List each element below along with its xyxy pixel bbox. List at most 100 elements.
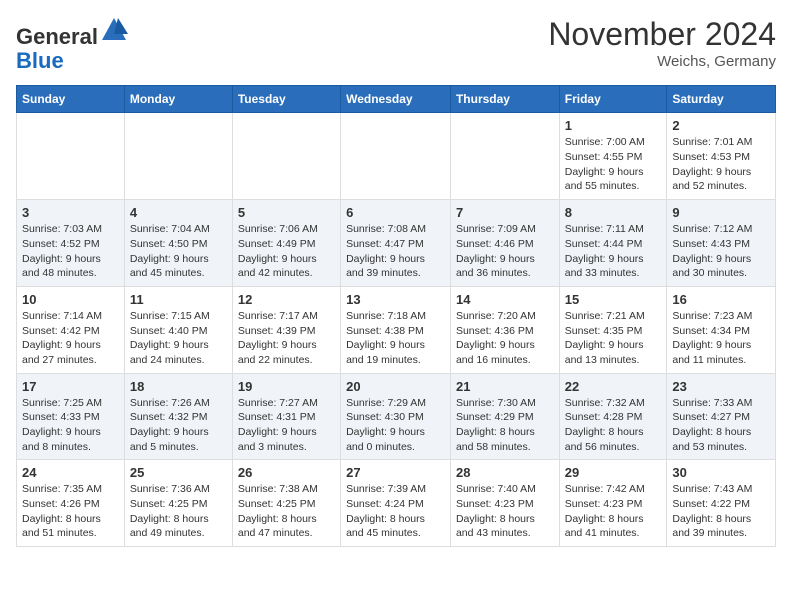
day-number: 8	[565, 205, 662, 220]
day-cell: 24 Sunrise: 7:35 AM Sunset: 4:26 PM Dayli…	[17, 460, 125, 547]
day-info: Sunrise: 7:40 AM Sunset: 4:23 PM Dayligh…	[456, 482, 554, 541]
day-info: Sunrise: 7:12 AM Sunset: 4:43 PM Dayligh…	[672, 222, 770, 281]
header-saturday: Saturday	[667, 86, 776, 113]
logo-general-text: General	[16, 24, 98, 49]
day-number: 1	[565, 118, 662, 133]
day-info: Sunrise: 7:01 AM Sunset: 4:53 PM Dayligh…	[672, 135, 770, 194]
day-cell	[450, 113, 559, 200]
day-cell: 20 Sunrise: 7:29 AM Sunset: 4:30 PM Dayli…	[341, 373, 451, 460]
day-cell: 5 Sunrise: 7:06 AM Sunset: 4:49 PM Daylig…	[232, 200, 340, 287]
day-cell: 16 Sunrise: 7:23 AM Sunset: 4:34 PM Dayli…	[667, 286, 776, 373]
header-thursday: Thursday	[450, 86, 559, 113]
day-cell: 11 Sunrise: 7:15 AM Sunset: 4:40 PM Dayli…	[124, 286, 232, 373]
calendar-header-row: SundayMondayTuesdayWednesdayThursdayFrid…	[17, 86, 776, 113]
day-number: 15	[565, 292, 662, 307]
day-cell: 27 Sunrise: 7:39 AM Sunset: 4:24 PM Dayli…	[341, 460, 451, 547]
title-block: November 2024 Weichs, Germany	[548, 16, 776, 70]
day-cell: 10Sunrise: 7:14 AM Sunset: 4:42 PM Dayli…	[17, 286, 125, 373]
day-cell: 7 Sunrise: 7:09 AM Sunset: 4:46 PM Daylig…	[450, 200, 559, 287]
day-info: Sunrise: 7:23 AM Sunset: 4:34 PM Dayligh…	[672, 309, 770, 368]
day-info: Sunrise: 7:08 AM Sunset: 4:47 PM Dayligh…	[346, 222, 445, 281]
day-info: Sunrise: 7:30 AM Sunset: 4:29 PM Dayligh…	[456, 396, 554, 455]
day-cell: 17 Sunrise: 7:25 AM Sunset: 4:33 PM Dayli…	[17, 373, 125, 460]
day-number: 24	[22, 465, 119, 480]
day-number: 10	[22, 292, 119, 307]
day-cell	[17, 113, 125, 200]
location-subtitle: Weichs, Germany	[548, 53, 776, 70]
day-number: 28	[456, 465, 554, 480]
day-cell: 28 Sunrise: 7:40 AM Sunset: 4:23 PM Dayli…	[450, 460, 559, 547]
header-monday: Monday	[124, 86, 232, 113]
day-number: 17	[22, 379, 119, 394]
day-cell: 9 Sunrise: 7:12 AM Sunset: 4:43 PM Daylig…	[667, 200, 776, 287]
day-info: Sunrise: 7:17 AM Sunset: 4:39 PM Dayligh…	[238, 309, 335, 368]
week-row-4: 17 Sunrise: 7:25 AM Sunset: 4:33 PM Dayli…	[17, 373, 776, 460]
day-number: 18	[130, 379, 227, 394]
day-cell: 30 Sunrise: 7:43 AM Sunset: 4:22 PM Dayli…	[667, 460, 776, 547]
day-info: Sunrise: 7:38 AM Sunset: 4:25 PM Dayligh…	[238, 482, 335, 541]
day-info: Sunrise: 7:27 AM Sunset: 4:31 PM Dayligh…	[238, 396, 335, 455]
day-cell: 15 Sunrise: 7:21 AM Sunset: 4:35 PM Dayli…	[559, 286, 667, 373]
day-info: Sunrise: 7:06 AM Sunset: 4:49 PM Dayligh…	[238, 222, 335, 281]
calendar-table: SundayMondayTuesdayWednesdayThursdayFrid…	[16, 85, 776, 547]
day-number: 14	[456, 292, 554, 307]
day-number: 6	[346, 205, 445, 220]
day-info: Sunrise: 7:25 AM Sunset: 4:33 PM Dayligh…	[22, 396, 119, 455]
day-info: Sunrise: 7:09 AM Sunset: 4:46 PM Dayligh…	[456, 222, 554, 281]
day-number: 4	[130, 205, 227, 220]
day-cell: 3Sunrise: 7:03 AM Sunset: 4:52 PM Daylig…	[17, 200, 125, 287]
day-info: Sunrise: 7:11 AM Sunset: 4:44 PM Dayligh…	[565, 222, 662, 281]
week-row-3: 10Sunrise: 7:14 AM Sunset: 4:42 PM Dayli…	[17, 286, 776, 373]
page-header: General Blue November 2024 Weichs, Germa…	[16, 16, 776, 73]
header-sunday: Sunday	[17, 86, 125, 113]
day-number: 29	[565, 465, 662, 480]
day-info: Sunrise: 7:04 AM Sunset: 4:50 PM Dayligh…	[130, 222, 227, 281]
day-number: 2	[672, 118, 770, 133]
day-cell: 23Sunrise: 7:33 AM Sunset: 4:27 PM Dayli…	[667, 373, 776, 460]
day-cell: 18Sunrise: 7:26 AM Sunset: 4:32 PM Dayli…	[124, 373, 232, 460]
day-info: Sunrise: 7:15 AM Sunset: 4:40 PM Dayligh…	[130, 309, 227, 368]
day-info: Sunrise: 7:29 AM Sunset: 4:30 PM Dayligh…	[346, 396, 445, 455]
logo-icon	[100, 16, 128, 44]
day-number: 7	[456, 205, 554, 220]
day-info: Sunrise: 7:21 AM Sunset: 4:35 PM Dayligh…	[565, 309, 662, 368]
day-cell: 21Sunrise: 7:30 AM Sunset: 4:29 PM Dayli…	[450, 373, 559, 460]
day-number: 16	[672, 292, 770, 307]
day-info: Sunrise: 7:42 AM Sunset: 4:23 PM Dayligh…	[565, 482, 662, 541]
day-number: 19	[238, 379, 335, 394]
day-cell	[232, 113, 340, 200]
day-info: Sunrise: 7:32 AM Sunset: 4:28 PM Dayligh…	[565, 396, 662, 455]
day-info: Sunrise: 7:39 AM Sunset: 4:24 PM Dayligh…	[346, 482, 445, 541]
day-cell	[124, 113, 232, 200]
day-number: 22	[565, 379, 662, 394]
day-cell: 29 Sunrise: 7:42 AM Sunset: 4:23 PM Dayli…	[559, 460, 667, 547]
day-cell: 25 Sunrise: 7:36 AM Sunset: 4:25 PM Dayli…	[124, 460, 232, 547]
day-cell: 2 Sunrise: 7:01 AM Sunset: 4:53 PM Daylig…	[667, 113, 776, 200]
month-title: November 2024	[548, 16, 776, 53]
day-cell: 4 Sunrise: 7:04 AM Sunset: 4:50 PM Daylig…	[124, 200, 232, 287]
day-number: 12	[238, 292, 335, 307]
day-number: 3	[22, 205, 119, 220]
day-number: 26	[238, 465, 335, 480]
day-cell: 1 Sunrise: 7:00 AM Sunset: 4:55 PM Daylig…	[559, 113, 667, 200]
day-cell: 19 Sunrise: 7:27 AM Sunset: 4:31 PM Dayli…	[232, 373, 340, 460]
day-number: 9	[672, 205, 770, 220]
day-info: Sunrise: 7:43 AM Sunset: 4:22 PM Dayligh…	[672, 482, 770, 541]
day-cell: 13Sunrise: 7:18 AM Sunset: 4:38 PM Dayli…	[341, 286, 451, 373]
day-number: 27	[346, 465, 445, 480]
day-number: 5	[238, 205, 335, 220]
day-info: Sunrise: 7:35 AM Sunset: 4:26 PM Dayligh…	[22, 482, 119, 541]
day-number: 23	[672, 379, 770, 394]
logo-blue-text: Blue	[16, 48, 64, 73]
day-info: Sunrise: 7:36 AM Sunset: 4:25 PM Dayligh…	[130, 482, 227, 541]
day-info: Sunrise: 7:00 AM Sunset: 4:55 PM Dayligh…	[565, 135, 662, 194]
day-number: 20	[346, 379, 445, 394]
day-info: Sunrise: 7:18 AM Sunset: 4:38 PM Dayligh…	[346, 309, 445, 368]
day-number: 30	[672, 465, 770, 480]
day-info: Sunrise: 7:20 AM Sunset: 4:36 PM Dayligh…	[456, 309, 554, 368]
day-number: 25	[130, 465, 227, 480]
day-number: 11	[130, 292, 227, 307]
day-cell: 26 Sunrise: 7:38 AM Sunset: 4:25 PM Dayli…	[232, 460, 340, 547]
day-cell: 8 Sunrise: 7:11 AM Sunset: 4:44 PM Daylig…	[559, 200, 667, 287]
logo: General Blue	[16, 16, 128, 73]
